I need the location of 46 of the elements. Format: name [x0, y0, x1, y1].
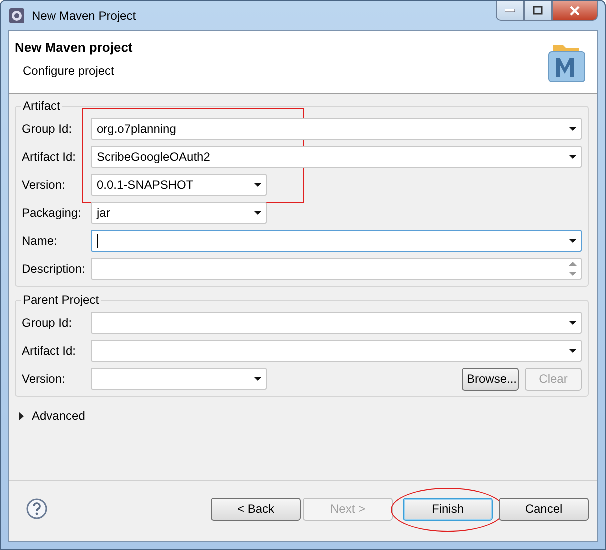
group-title: Parent Project	[22, 293, 100, 307]
field-label: Description:	[22, 262, 86, 276]
dialog-button[interactable]: Browse...	[462, 368, 519, 390]
field-label: Name:	[22, 234, 58, 248]
combo-box[interactable]: ScribeGoogleOAuth2	[91, 146, 582, 168]
dropdown-arrow-icon	[569, 239, 577, 243]
dropdown-arrow-icon	[569, 127, 577, 131]
close-icon	[569, 6, 581, 16]
combo-box[interactable]	[91, 230, 582, 252]
field-label: Version:	[22, 372, 66, 386]
dropdown-arrow-icon	[569, 349, 577, 353]
field-label: Group Id:	[22, 316, 74, 330]
maximize-icon	[533, 6, 543, 15]
text-area[interactable]	[91, 258, 582, 280]
dialog-button[interactable]: < Back	[211, 498, 301, 520]
minimize-button[interactable]	[496, 1, 524, 21]
dropdown-arrow-icon	[569, 155, 577, 159]
dialog-button[interactable]: Finish	[403, 498, 493, 520]
combo-box[interactable]	[91, 312, 582, 334]
page-subtitle: Configure project	[23, 64, 116, 78]
advanced-toggle[interactable]: Advanced	[18, 409, 86, 423]
gear-icon	[9, 8, 25, 24]
field-label: Packaging:	[22, 206, 82, 220]
combo-box[interactable]	[91, 340, 582, 362]
field-label: Artifact Id:	[22, 150, 78, 164]
dropdown-arrow-icon	[254, 211, 262, 215]
dropdown-arrow-icon	[254, 377, 262, 381]
field-label: Artifact Id:	[22, 344, 78, 358]
scroll-arrows-icon	[569, 261, 577, 277]
help-icon[interactable]	[26, 498, 48, 520]
page-title: New Maven project	[15, 40, 134, 55]
close-button[interactable]	[552, 1, 598, 21]
combo-box[interactable]: org.o7planning	[91, 118, 582, 140]
dropdown-arrow-icon	[569, 321, 577, 325]
minimize-icon	[505, 8, 515, 12]
combo-box[interactable]: jar	[91, 202, 267, 224]
group-title: Artifact	[22, 99, 62, 113]
combo-box[interactable]	[91, 368, 267, 390]
field-label: Group Id:	[22, 122, 74, 136]
window-title: New Maven Project	[32, 8, 136, 22]
combo-box[interactable]: 0.0.1-SNAPSHOT	[91, 174, 267, 196]
expand-arrow-icon	[18, 412, 26, 420]
maximize-button[interactable]	[524, 1, 552, 21]
dropdown-arrow-icon	[254, 183, 262, 187]
dialog-button[interactable]: Cancel	[499, 498, 589, 520]
field-label: Version:	[22, 178, 66, 192]
